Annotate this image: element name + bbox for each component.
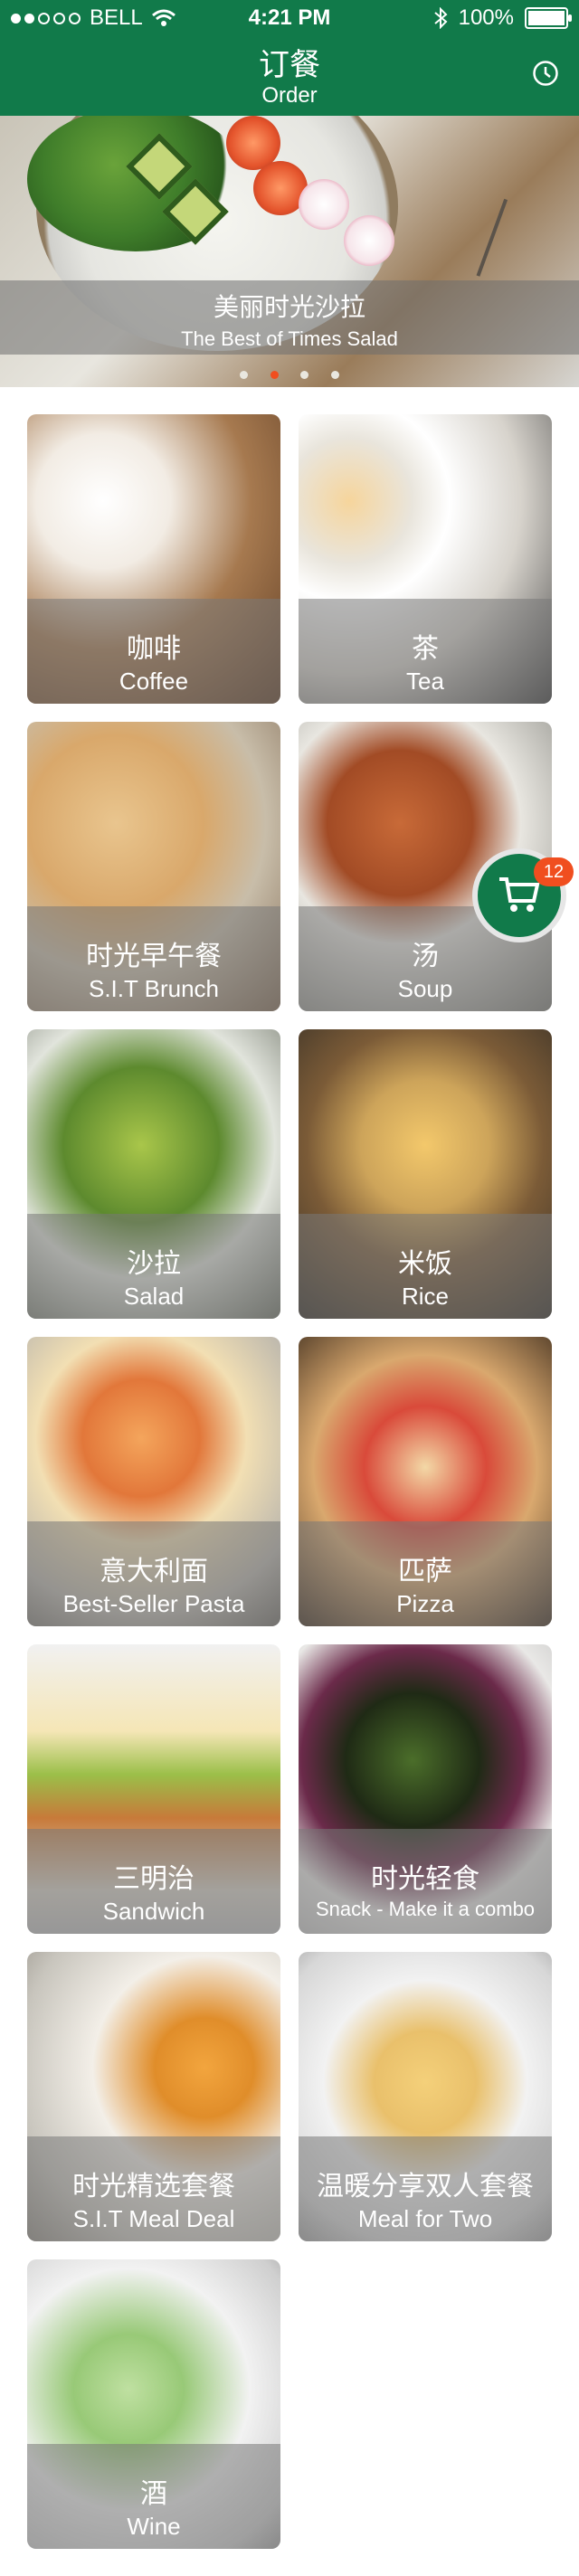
bluetooth-icon [433, 7, 448, 29]
menu-tile-wine[interactable]: 酒 Wine [27, 2259, 280, 2549]
menu-tile-cn: 米饭 [398, 1249, 452, 1279]
menu-tile-label: 时光精选套餐 S.I.T Meal Deal [27, 2136, 280, 2241]
menu-tile-en: Soup [397, 975, 453, 1002]
menu-tile-snack[interactable]: 时光轻食 Snack - Make it a combo [299, 1644, 552, 1934]
menu-tile-cn: 酒 [140, 2479, 167, 2509]
menu-tile-en: Salad [123, 1283, 185, 1310]
pager-dot[interactable] [300, 371, 309, 379]
menu-tile-label: 意大利面 Best-Seller Pasta [27, 1521, 280, 1626]
menu-tile-label: 咖啡 Coffee [27, 599, 280, 704]
cart-count-badge: 12 [534, 857, 574, 886]
menu-tile-en: Best-Seller Pasta [62, 1590, 245, 1617]
hero-pager[interactable] [0, 367, 579, 384]
radish-slice [299, 179, 349, 230]
menu-tile-sandwich[interactable]: 三明治 Sandwich [27, 1644, 280, 1934]
menu-tile-label: 时光轻食 Snack - Make it a combo [299, 1829, 552, 1934]
menu-tile-label: 米饭 Rice [299, 1214, 552, 1319]
pager-dot-active[interactable] [270, 371, 279, 379]
menu-tile-en: S.I.T Meal Deal [72, 2205, 235, 2232]
menu-tile-brunch[interactable]: 时光早午餐 S.I.T Brunch [27, 722, 280, 1011]
hero-banner[interactable]: 美丽时光沙拉 The Best of Times Salad [0, 116, 579, 387]
page-title-cn: 订餐 [259, 48, 320, 82]
menu-tile-en: S.I.T Brunch [88, 975, 220, 1002]
history-clock-icon[interactable] [532, 60, 559, 87]
menu-tile-cn: 时光精选套餐 [72, 2172, 235, 2202]
battery-icon [525, 7, 572, 29]
menu-tile-cn: 三明治 [113, 1864, 195, 1894]
menu-tile-en: Sandwich [102, 1898, 205, 1925]
pager-dot[interactable] [330, 371, 339, 379]
menu-tile-pizza[interactable]: 匹萨 Pizza [299, 1337, 552, 1626]
menu-tile-rice[interactable]: 米饭 Rice [299, 1029, 552, 1319]
pager-dot[interactable] [240, 371, 249, 379]
menu-tile-en: Rice [401, 1283, 449, 1310]
menu-tile-label: 茶 Tea [299, 599, 552, 704]
menu-tile-cn: 汤 [412, 942, 439, 971]
page-title-en: Order [261, 83, 318, 108]
menu-tile-tea[interactable]: 茶 Tea [299, 414, 552, 704]
menu-tile-pasta[interactable]: 意大利面 Best-Seller Pasta [27, 1337, 280, 1626]
menu-tile-label: 沙拉 Salad [27, 1214, 280, 1319]
menu-tile-en: Meal for Two [357, 2205, 493, 2232]
menu-tile-label: 三明治 Sandwich [27, 1829, 280, 1934]
hero-title-cn: 美丽时光沙拉 [213, 293, 365, 321]
page-title: 订餐 Order [0, 47, 579, 109]
menu-tile-cn: 意大利面 [100, 1557, 208, 1586]
status-bar: BELL 4:21 PM 100% [0, 0, 579, 36]
menu-tile-label: 时光早午餐 S.I.T Brunch [27, 906, 280, 1011]
menu-tile-en: Pizza [396, 1590, 454, 1617]
menu-tile-cn: 温暖分享双人套餐 [317, 2172, 534, 2202]
menu-tile-label: 酒 Wine [27, 2444, 280, 2549]
menu-tile-meal-deal[interactable]: 时光精选套餐 S.I.T Meal Deal [27, 1952, 280, 2241]
menu-tile-cn: 咖啡 [127, 634, 181, 664]
menu-tile-cn: 时光早午餐 [86, 942, 222, 971]
hero-title-en: The Best of Times Salad [181, 327, 398, 350]
hero-caption: 美丽时光沙拉 The Best of Times Salad [0, 280, 579, 355]
menu-tile-meal-for-two[interactable]: 温暖分享双人套餐 Meal for Two [299, 1952, 552, 2241]
menu-tile-en: Snack - Make it a combo [315, 1898, 536, 1920]
menu-tile-en: Wine [127, 2513, 181, 2540]
menu-tile-cn: 沙拉 [127, 1249, 181, 1279]
status-right: 100% [433, 5, 572, 31]
menu-tile-label: 温暖分享双人套餐 Meal for Two [299, 2136, 552, 2241]
menu-tile-label: 匹萨 Pizza [299, 1521, 552, 1626]
shopping-cart-icon [499, 877, 540, 912]
menu-tile-cn: 茶 [412, 634, 439, 664]
radish-slice [344, 215, 394, 266]
menu-tile-en: Tea [406, 668, 444, 695]
menu-tile-cn: 时光轻食 [371, 1864, 479, 1894]
top-bar: BELL 4:21 PM 100% 订餐 Order [0, 0, 579, 116]
menu-tile-cn: 匹萨 [398, 1557, 452, 1586]
menu-tile-coffee[interactable]: 咖啡 Coffee [27, 414, 280, 704]
menu-tile-en: Coffee [119, 668, 189, 695]
battery-percent: 100% [458, 5, 514, 30]
menu-tile-salad[interactable]: 沙拉 Salad [27, 1029, 280, 1319]
